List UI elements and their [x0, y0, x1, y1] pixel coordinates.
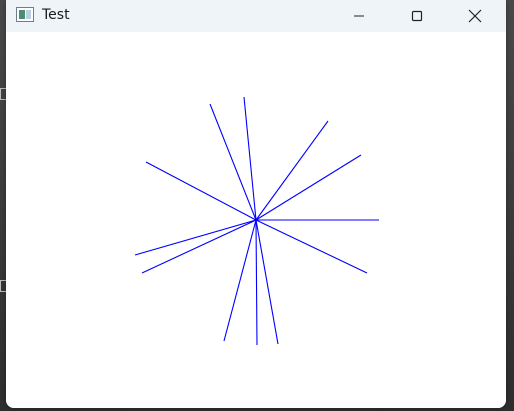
minimize-button[interactable]	[336, 0, 382, 32]
star-line	[255, 219, 258, 346]
minimize-icon	[354, 15, 364, 17]
star-line	[243, 96, 257, 221]
star-line	[255, 120, 329, 221]
close-button[interactable]	[452, 0, 498, 32]
star-line	[141, 219, 257, 274]
star-line	[209, 103, 257, 221]
drawing-area[interactable]	[6, 32, 506, 408]
maximize-button[interactable]	[394, 0, 440, 32]
star-line	[255, 219, 368, 274]
line-star-drawing	[134, 96, 379, 346]
app-window: Test	[6, 0, 506, 408]
star-line	[255, 154, 362, 221]
star-line	[145, 161, 257, 221]
close-icon	[468, 9, 482, 23]
window-title: Test	[42, 7, 70, 23]
star-line	[223, 219, 257, 342]
title-bar[interactable]: Test	[6, 0, 506, 32]
star-line	[134, 219, 257, 256]
app-icon	[16, 7, 34, 22]
star-line	[255, 219, 279, 345]
maximize-icon	[411, 10, 423, 22]
